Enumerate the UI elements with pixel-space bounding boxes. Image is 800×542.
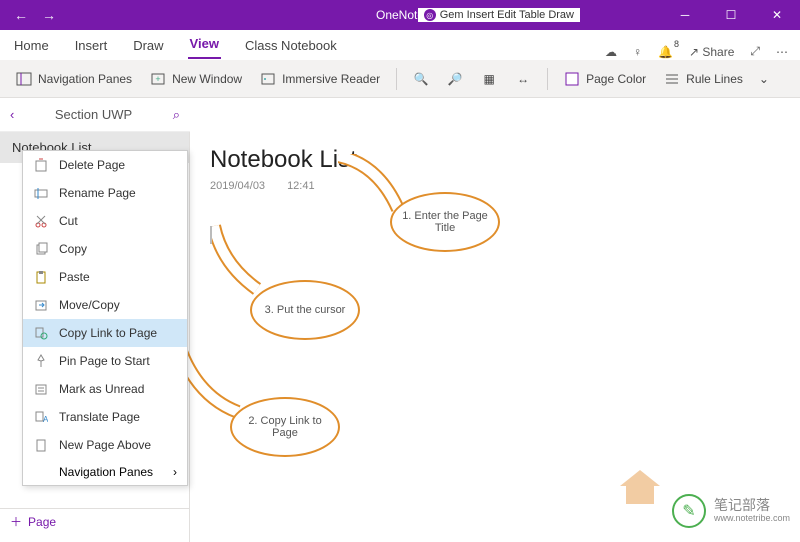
ctx-paste[interactable]: Paste bbox=[23, 263, 187, 291]
section-header: ‹ Section UWP ⌕ bbox=[0, 98, 190, 132]
pencil-badge-icon: ✎ bbox=[672, 494, 706, 528]
reader-icon bbox=[260, 71, 276, 87]
chevron-right-icon: › bbox=[173, 465, 177, 479]
zoom-out-button[interactable]: 🔍 bbox=[407, 67, 435, 91]
back-icon[interactable]: ← bbox=[14, 7, 28, 23]
callout-1: 1. Enter the Page Title bbox=[390, 192, 500, 252]
cut-icon bbox=[33, 213, 49, 229]
move-icon bbox=[33, 297, 49, 313]
link-icon bbox=[33, 325, 49, 341]
page-title[interactable]: Notebook List bbox=[210, 146, 780, 174]
ctx-move[interactable]: Move/Copy bbox=[23, 291, 187, 319]
translate-icon: A bbox=[33, 409, 49, 425]
page-canvas[interactable]: Notebook List 2019/04/03 12:41 1. Enter … bbox=[190, 132, 800, 542]
page-100-icon: ▦ bbox=[481, 71, 497, 87]
window-icon: + bbox=[150, 71, 166, 87]
new-window-button[interactable]: + New Window bbox=[144, 67, 248, 91]
ctx-rename[interactable]: Rename Page bbox=[23, 179, 187, 207]
panes-icon bbox=[16, 71, 32, 87]
svg-text:A: A bbox=[43, 415, 48, 424]
notifications-icon[interactable]: 🔔8 bbox=[658, 45, 673, 59]
share-button[interactable]: ↗ Share bbox=[689, 45, 734, 59]
search-icon[interactable]: ⌕ bbox=[173, 107, 180, 123]
lines-icon bbox=[664, 71, 680, 87]
page-width-icon: ↔ bbox=[515, 71, 531, 87]
copy-icon bbox=[33, 241, 49, 257]
tab-home[interactable]: Home bbox=[12, 32, 51, 59]
title-bar: ← → OneNote ◎ Gem Insert Edit Table Draw… bbox=[0, 0, 800, 30]
forward-icon[interactable]: → bbox=[42, 7, 56, 23]
ctx-link[interactable]: Copy Link to Page bbox=[23, 319, 187, 347]
ctx-newpage[interactable]: New Page Above bbox=[23, 431, 187, 459]
zoom-in-icon: 🔎 bbox=[447, 71, 463, 87]
ctx-unread[interactable]: Mark as Unread bbox=[23, 375, 187, 403]
newpage-icon bbox=[33, 437, 49, 453]
minimize-button[interactable]: ─ bbox=[662, 0, 708, 30]
chevron-down-icon: ⌄ bbox=[759, 72, 769, 86]
ctx-navigation-panes[interactable]: Navigation Panes › bbox=[23, 459, 187, 485]
section-name[interactable]: Section UWP bbox=[24, 107, 162, 122]
tab-view[interactable]: View bbox=[188, 30, 221, 59]
paste-icon bbox=[33, 269, 49, 285]
fullscreen-icon[interactable]: ⤢ bbox=[750, 44, 760, 59]
page-width-button[interactable]: ↔ bbox=[509, 67, 537, 91]
unread-icon bbox=[33, 381, 49, 397]
sync-icon[interactable]: ☁ bbox=[605, 45, 617, 59]
lightbulb-icon[interactable]: ♀ bbox=[633, 45, 642, 59]
page-date: 2019/04/03 bbox=[210, 180, 265, 192]
tab-draw[interactable]: Draw bbox=[131, 32, 165, 59]
page-color-button[interactable]: Page Color bbox=[558, 67, 652, 91]
gem-addin-bar[interactable]: ◎ Gem Insert Edit Table Draw bbox=[418, 8, 580, 22]
rule-lines-button[interactable]: Rule Lines ⌄ bbox=[658, 67, 775, 91]
callout-2: 2. Copy Link to Page bbox=[230, 397, 340, 457]
zoom-in-button[interactable]: 🔎 bbox=[441, 67, 469, 91]
svg-text:+: + bbox=[155, 74, 160, 84]
tab-insert[interactable]: Insert bbox=[73, 32, 110, 59]
ctx-delete[interactable]: Delete Page bbox=[23, 151, 187, 179]
house-watermark-icon bbox=[620, 470, 660, 504]
gem-icon: ◎ bbox=[424, 9, 436, 21]
ctx-copy[interactable]: Copy bbox=[23, 235, 187, 263]
page-time: 12:41 bbox=[287, 180, 315, 192]
rename-icon bbox=[33, 185, 49, 201]
ctx-translate[interactable]: ATranslate Page bbox=[23, 403, 187, 431]
ctx-cut[interactable]: Cut bbox=[23, 207, 187, 235]
page-context-menu: Delete PageRename PageCutCopyPasteMove/C… bbox=[22, 150, 188, 486]
back-section-icon[interactable]: ‹ bbox=[10, 107, 14, 122]
ribbon-view: Navigation Panes + New Window Immersive … bbox=[0, 60, 800, 98]
add-page-button[interactable]: ＋ Page bbox=[0, 508, 190, 534]
more-icon[interactable]: ⋯ bbox=[776, 45, 788, 59]
delete-icon bbox=[33, 157, 49, 173]
maximize-button[interactable]: ☐ bbox=[708, 0, 754, 30]
callout-3: 3. Put the cursor bbox=[250, 280, 360, 340]
watermark: ✎ 笔记部落 www.notetribe.com bbox=[672, 494, 790, 528]
ribbon-tabs: Home Insert Draw View Class Notebook ☁ ♀… bbox=[0, 30, 800, 60]
zoom-out-icon: 🔍 bbox=[413, 71, 429, 87]
color-icon bbox=[564, 71, 580, 87]
pin-icon bbox=[33, 353, 49, 369]
zoom-100-button[interactable]: ▦ bbox=[475, 67, 503, 91]
page-list-sidebar: Notebook List Delete PageRename PageCutC… bbox=[0, 132, 190, 542]
ctx-pin[interactable]: Pin Page to Start bbox=[23, 347, 187, 375]
immersive-reader-button[interactable]: Immersive Reader bbox=[254, 67, 386, 91]
plus-icon: ＋ bbox=[10, 513, 22, 530]
close-button[interactable]: ✕ bbox=[754, 0, 800, 30]
tab-class-notebook[interactable]: Class Notebook bbox=[243, 32, 339, 59]
nav-panes-button[interactable]: Navigation Panes bbox=[10, 67, 138, 91]
